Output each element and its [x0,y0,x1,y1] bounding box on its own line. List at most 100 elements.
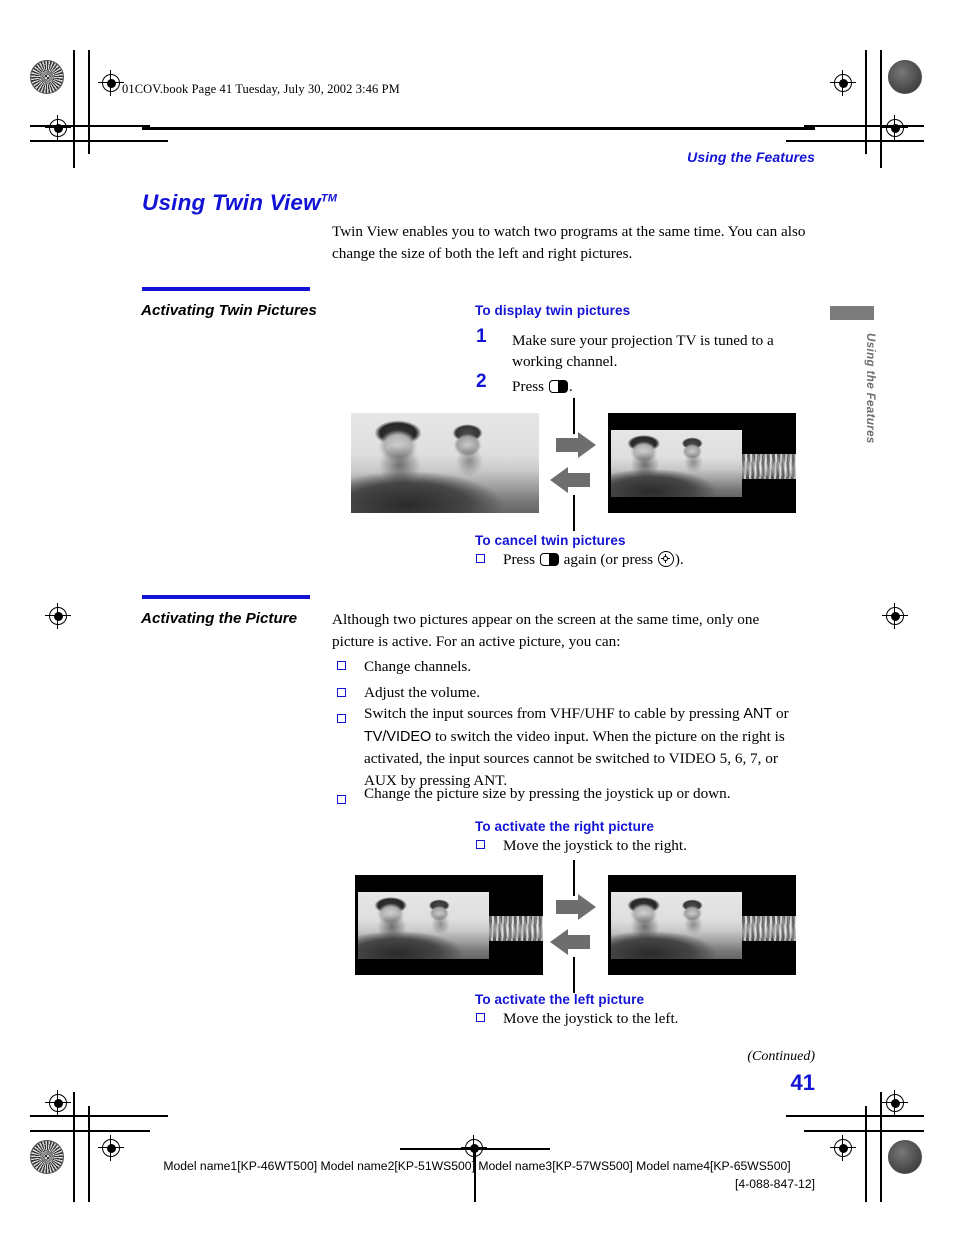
step-number-2: 2 [476,371,487,392]
document-page: 01COV.book Page 41 Tuesday, July 30, 200… [0,0,954,1235]
twin-view-button-icon [539,553,559,566]
bullet-marker-switch-input [337,711,347,726]
trademark-symbol: TM [320,192,338,205]
twin-picture-left-active [355,875,543,975]
cancel-close-label: ). [674,551,684,568]
crowd-photo-left-diagram [487,916,543,941]
registration-mark-bottom-right [882,1090,908,1116]
crop-line-bottom-center-v [474,1148,476,1202]
crop-line-bottom-right-h [786,1115,924,1117]
crowd-photo-right [740,454,796,479]
diagram-connector-bottom [573,495,575,531]
registration-mark-bottom-left-2 [98,1135,124,1161]
crop-line-bottom-right-v2 [865,1106,867,1202]
registration-mark-bottom-left [45,1090,71,1116]
intro-paragraph: Twin View enables you to watch two progr… [332,223,806,262]
crop-line-top-right-h [786,140,924,142]
bullet-marker-picture-size [337,792,347,807]
section-rule-2 [142,595,310,599]
footer-document-code: [4-088-847-12] [735,1177,815,1191]
beach-photo [351,413,539,513]
header-rule [142,127,815,130]
continued-note: (Continued) [747,1049,815,1064]
diagram-connector-top [573,398,575,434]
bullet-change-picture-size: Change the picture size by pressing the … [364,785,731,802]
section-2-intro: Although two pictures appear on the scre… [332,611,760,650]
running-head: Using the Features [687,149,815,165]
bullet-adjust-volume: Adjust the volume. [364,684,481,701]
subhead-display-twin-pictures: To display twin pictures [475,303,631,318]
crop-line-top-left-h2 [30,125,150,127]
bullet-change-channels: Change channels. [364,658,472,675]
page-title-text: Using Twin View [142,190,321,215]
arrow-right-icon [556,894,596,920]
bullet-marker-move-left [476,1010,486,1025]
registration-mark-top-right [830,70,856,96]
diagram2-connector-top [573,860,575,896]
beach-photo-left-diagram [358,892,489,959]
step-text-1: Make sure your projection TV is tuned to… [512,332,774,370]
bullet-marker-adjust-volume [337,685,347,700]
crop-line-bottom-left-h [30,1115,168,1117]
full-screen-picture [351,413,539,513]
crop-line-bottom-left-v2 [88,1106,90,1202]
crop-line-top-right-h2 [804,125,924,127]
arrow-left-icon [550,467,590,493]
page-title: Using Twin ViewTM [142,190,337,216]
crowd-photo-right-diagram [740,916,796,941]
cancel-middle-label: again (or press [563,551,654,568]
crop-line-bottom-right-h2 [804,1130,924,1132]
registration-mark-bottom-right-2 [830,1135,856,1161]
section-heading-2: Activating the Picture [141,610,298,627]
crop-line-bottom-left-v [73,1092,75,1202]
color-calibration-mark-top-right [888,60,922,94]
crop-line-bottom-left-h2 [30,1130,150,1132]
crop-line-bottom-right-v [880,1092,882,1202]
item-move-joystick-right: Move the joystick to the right. [503,837,687,854]
step-2-period: . [568,378,573,395]
subhead-activate-left-picture: To activate the left picture [475,992,645,1007]
file-stamp: 01COV.book Page 41 Tuesday, July 30, 200… [122,82,400,96]
twin-view-button-icon [548,380,568,393]
registration-mark-top-left-2 [45,115,71,141]
beach-photo-right-diagram [611,892,742,959]
footer-model-names: Model name1[KP-46WT500] Model name2[KP-5… [163,1159,791,1173]
twin-picture-right-active [608,875,796,975]
switch-input-line1a: Switch the input sources from VHF/UHF to… [364,705,744,722]
subhead-activate-right-picture: To activate the right picture [475,819,654,834]
registration-mark-top-right-2 [882,115,908,141]
section-heading-1: Activating Twin Pictures [141,302,317,319]
step-number-1: 1 [476,326,487,347]
arrow-left-icon [550,929,590,955]
cancel-item-text: Press again (or press ). [503,549,803,571]
side-tab-label: Using the Features [864,333,876,444]
diagram2-connector-bottom [573,957,575,993]
cancel-bullet-marker [476,551,486,566]
page-number: 41 [790,1070,815,1095]
bullet-marker-move-right [476,837,486,852]
crop-line-top-left-h [30,140,168,142]
switch-input-line1b: or [772,705,789,722]
joystick-icon [657,551,674,567]
crop-line-top-right-v2 [865,50,867,154]
arrow-right-icon [556,432,596,458]
side-tab-marker [830,306,874,320]
step-text-2: Press . [512,376,812,397]
registration-mark-top-left [98,70,124,96]
bullet-marker-change-channels [337,658,347,673]
tv-video-keyword: TV/VIDEO [364,728,432,745]
crop-line-top-left-v [73,50,75,168]
beach-photo-left [611,430,742,497]
item-move-joystick-left: Move the joystick to the left. [503,1010,679,1027]
switch-input-line2b: to switch the video input. [431,727,589,745]
registration-mark-mid-right [882,603,908,629]
registration-mark-mid-left [45,603,71,629]
subhead-cancel-twin-pictures: To cancel twin pictures [475,533,626,548]
bullet-switch-input-sources: Switch the input sources from VHF/UHF to… [364,703,806,791]
crop-line-top-right-v [880,50,882,168]
cancel-press-label: Press [503,551,536,568]
ant-keyword: ANT [743,706,773,722]
step-2-label: Press [512,378,545,395]
crop-line-top-left-v2 [88,50,90,154]
section-rule-1 [142,287,310,291]
